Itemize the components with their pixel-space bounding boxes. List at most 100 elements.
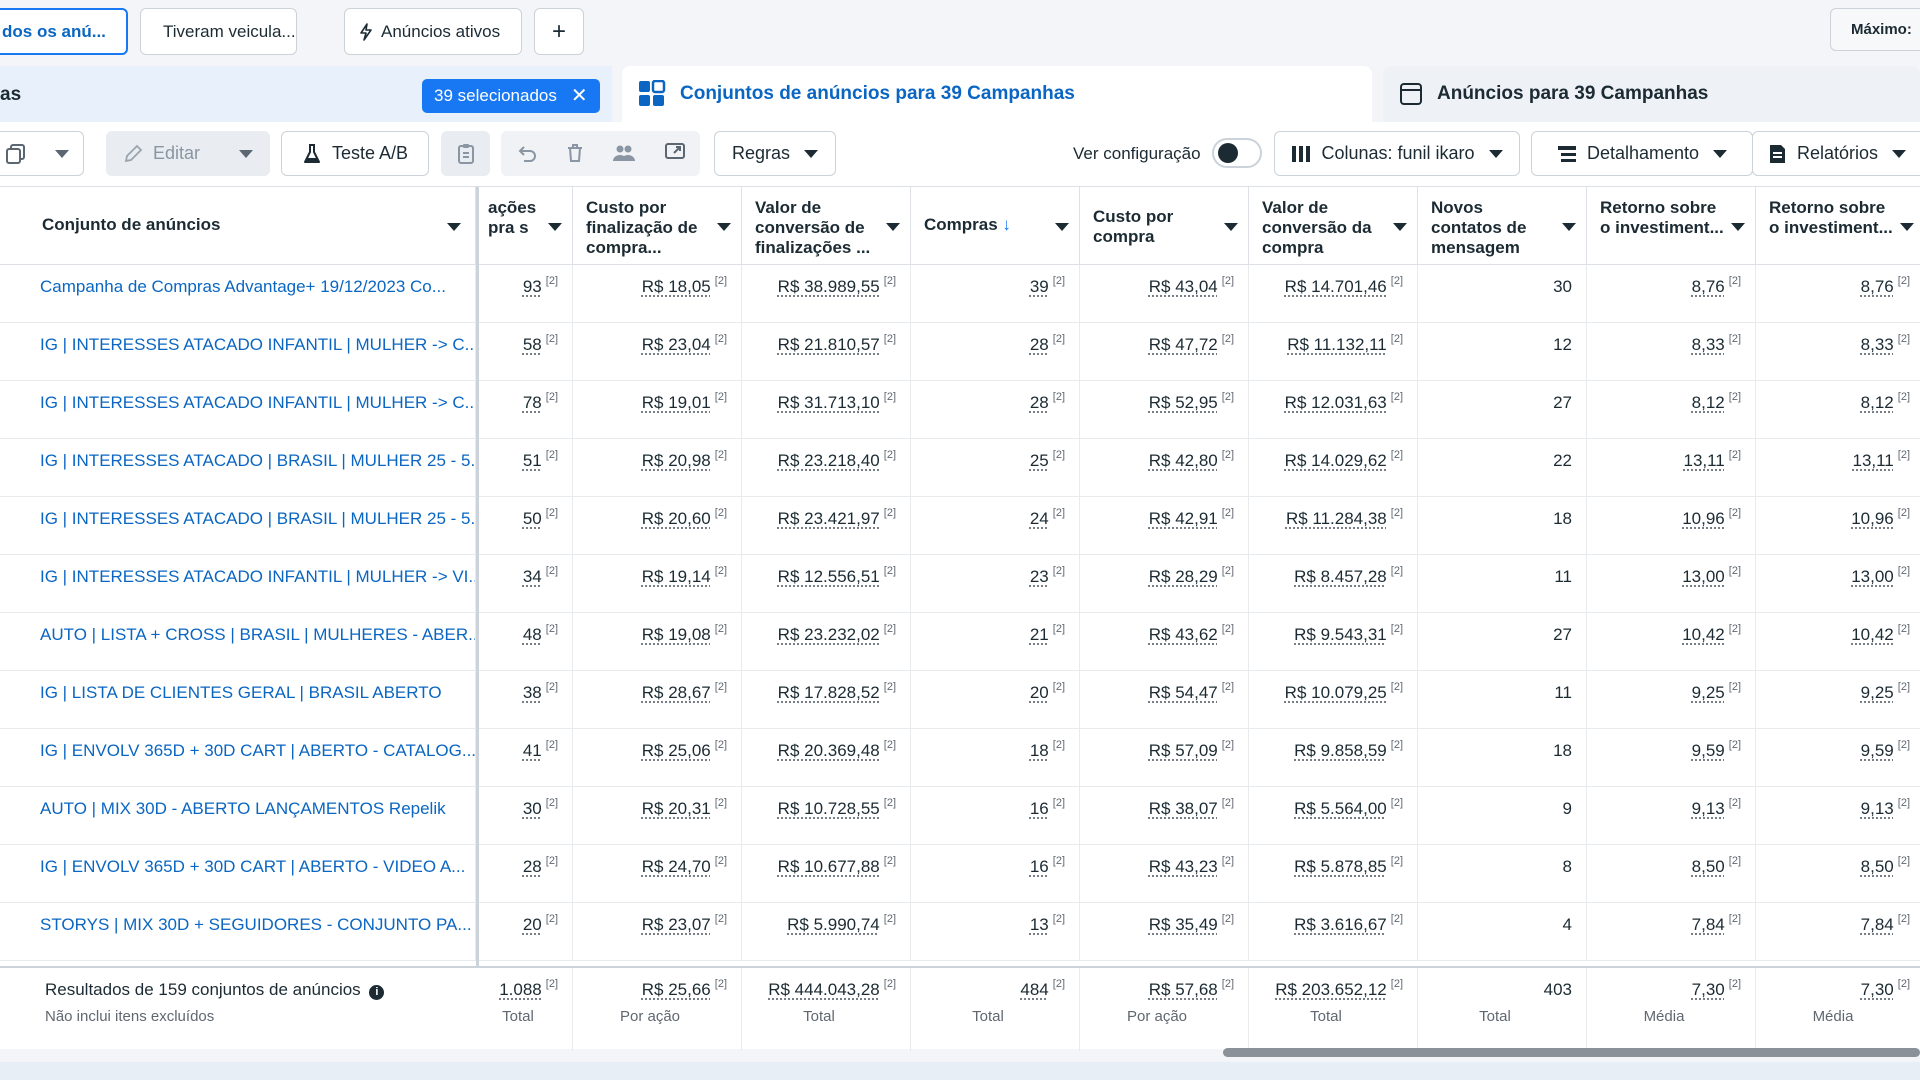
metric-cell-c4: 23 [2] [911,555,1080,613]
clear-selection-icon[interactable]: ✕ [571,86,588,106]
trash-icon[interactable] [564,142,586,169]
attribution-note: [2] [546,913,558,925]
table-row[interactable]: IG | ENVOLV 365D + 30D CART | ABERTO - V… [0,845,1920,903]
attribution-note: [2] [546,978,558,990]
breakdown-button[interactable]: Detalhamento [1531,131,1753,176]
header-cost-per-purchase[interactable]: Custo por compra [1080,187,1249,265]
header-roas-1[interactable]: Retorno sobre o investiment... [1587,187,1756,265]
attribution-note: [2] [884,449,896,461]
metric-cell-c6: R$ 10.079,25 [2] [1249,671,1418,729]
metric-cell-c7: 18 [1418,497,1587,555]
header-name[interactable]: Conjunto de anúncios [0,187,476,265]
metric-value: 4 [1563,915,1572,934]
metric-value: 9,13 [1692,799,1725,818]
metric-value: 34 [523,567,542,586]
metric-value: 28 [1030,335,1049,354]
metric-value: 24 [1030,509,1049,528]
table-row[interactable]: IG | INTERESSES ATACADO INFANTIL | MULHE… [0,555,1920,613]
attribution-note: [2] [1053,565,1065,577]
reports-button[interactable]: Relatórios [1752,131,1920,176]
metric-value: R$ 12.556,51 [778,567,880,586]
max-limit-field[interactable]: Máximo: [1830,8,1920,51]
metric-value: R$ 11.284,38 [1286,509,1387,528]
header-checkout-value[interactable]: Valor de conversão de finalizações ... [742,187,911,265]
metric-cell-c7: 11 [1418,555,1587,613]
metric-value: 78 [523,393,542,412]
metric-value: 13,00 [1851,567,1894,586]
attribution-note: [2] [715,391,727,403]
ad-set-name-link[interactable]: STORYS | MIX 30D + SEGUIDORES - CONJUNTO… [0,903,476,961]
table-row[interactable]: AUTO | LISTA + CROSS | BRASIL | MULHERES… [0,613,1920,671]
metric-cell-c6: R$ 8.457,28 [2] [1249,555,1418,613]
attribution-note: [2] [1053,739,1065,751]
rules-button[interactable]: Regras [714,131,836,176]
table-row[interactable]: IG | INTERESSES ATACADO INFANTIL | MULHE… [0,323,1920,381]
ad-set-name-link[interactable]: IG | ENVOLV 365D + 30D CART | ABERTO - C… [0,729,476,787]
table-row[interactable]: STORYS | MIX 30D + SEGUIDORES - CONJUNTO… [0,903,1920,961]
table-row[interactable]: IG | INTERESSES ATACADO | BRASIL | MULHE… [0,497,1920,555]
ad-set-name-link[interactable]: IG | LISTA DE CLIENTES GERAL | BRASIL AB… [0,671,476,729]
attribution-note: [2] [546,681,558,693]
horizontal-scrollbar[interactable] [1223,1048,1920,1057]
attribution-note: [2] [1222,913,1234,925]
filter-chip-delivered[interactable]: Tiveram veicula... [140,8,297,55]
ab-test-button[interactable]: Teste A/B [281,131,429,176]
metric-value: R$ 24,70 [642,857,711,876]
add-filter-button[interactable]: + [534,8,584,55]
table-row[interactable]: AUTO | MIX 30D - ABERTO LANÇAMENTOS Repe… [0,787,1920,845]
attribution-note: [2] [1729,623,1741,635]
view-config-toggle[interactable] [1212,138,1262,168]
attribution-note: [2] [1222,275,1234,287]
table-row[interactable]: IG | INTERESSES ATACADO INFANTIL | MULHE… [0,381,1920,439]
header-roas-2[interactable]: Retorno sobre o investiment... [1756,187,1920,265]
edit-button[interactable]: Editar [106,131,270,176]
attribution-note: [2] [715,681,727,693]
header-new-message-contacts[interactable]: Novos contatos de mensagem [1418,187,1587,265]
info-icon[interactable]: i [369,985,384,1000]
ad-set-name-link[interactable]: IG | INTERESSES ATACADO | BRASIL | MULHE… [0,497,476,555]
ad-set-name-link[interactable]: IG | INTERESSES ATACADO INFANTIL | MULHE… [0,555,476,613]
footer-aggregation-label: Média [1587,1008,1741,1025]
header-roas-2-label: Retorno sobre o investiment... [1769,198,1893,237]
filter-chip-active-ads[interactable]: Anúncios ativos [344,8,522,55]
columns-button[interactable]: Colunas: funil ikaro [1274,131,1520,176]
metric-value: R$ 47,72 [1149,335,1218,354]
metric-value: 23 [1030,567,1049,586]
undo-icon[interactable] [516,142,538,169]
metric-value: 50 [523,509,542,528]
metric-cell-c5: R$ 28,29 [2] [1080,555,1249,613]
ad-set-name-link[interactable]: IG | INTERESSES ATACADO INFANTIL | MULHE… [0,323,476,381]
header-new-message-contacts-label: Novos contatos de mensagem [1431,198,1526,257]
attribution-note: [2] [1391,333,1403,345]
header-checkouts[interactable]: ações pra s [478,187,573,265]
table-row[interactable]: IG | LISTA DE CLIENTES GERAL | BRASIL AB… [0,671,1920,729]
ad-set-name-link[interactable]: AUTO | MIX 30D - ABERTO LANÇAMENTOS Repe… [0,787,476,845]
ad-set-name-link[interactable]: IG | ENVOLV 365D + 30D CART | ABERTO - V… [0,845,476,903]
attribution-note: [2] [546,449,558,461]
ad-set-name-link[interactable]: AUTO | LISTA + CROSS | BRASIL | MULHERES… [0,613,476,671]
header-purchase-value[interactable]: Valor de conversão da compra [1249,187,1418,265]
table-row[interactable]: IG | ENVOLV 365D + 30D CART | ABERTO - C… [0,729,1920,787]
filter-chip-all-ads[interactable]: dos os anú... [0,8,128,55]
header-checkouts-label: ações pra s [488,198,536,237]
ad-set-name-link[interactable]: IG | INTERESSES ATACADO | BRASIL | MULHE… [0,439,476,497]
duplicate-button[interactable] [0,131,84,176]
header-cost-per-checkout[interactable]: Custo por finalização de compra... [573,187,742,265]
table-row[interactable]: Campanha de Compras Advantage+ 19/12/202… [0,265,1920,323]
ad-set-name-link[interactable]: IG | INTERESSES ATACADO INFANTIL | MULHE… [0,381,476,439]
audience-icon[interactable] [612,142,636,169]
tab-campaigns[interactable]: as 39 selecionados ✕ [0,66,612,122]
metric-value: 58 [523,335,542,354]
chevron-down-icon [55,150,69,158]
metric-cell-c8: 9,59 [2] [1587,729,1756,787]
metric-value: R$ 17.828,52 [778,683,880,702]
ad-set-name-link[interactable]: Campanha de Compras Advantage+ 19/12/202… [0,265,476,323]
tab-ad-sets[interactable]: Conjuntos de anúncios para 39 Campanhas [622,66,1372,122]
table-row[interactable]: IG | INTERESSES ATACADO | BRASIL | MULHE… [0,439,1920,497]
tab-ads[interactable]: Anúncios para 39 Campanhas [1383,66,1920,122]
selected-count-pill[interactable]: 39 selecionados ✕ [422,79,600,113]
attribution-note: [2] [546,333,558,345]
header-purchases[interactable]: Compras ↓ [911,187,1080,265]
share-icon[interactable] [664,140,690,169]
clipboard-button[interactable] [441,131,490,176]
